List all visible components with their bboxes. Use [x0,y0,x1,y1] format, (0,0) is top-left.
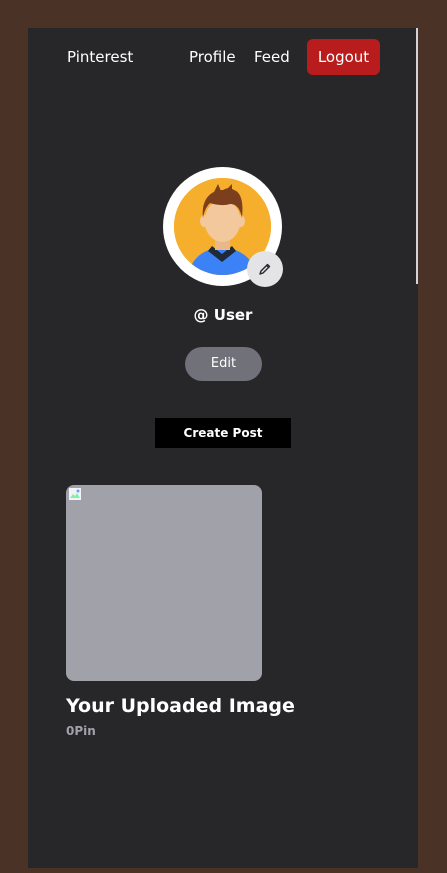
post-title: Your Uploaded Image [66,695,295,717]
brand-logo[interactable]: Pinterest [67,48,133,66]
edit-avatar-button[interactable] [247,251,283,287]
edit-profile-button[interactable]: Edit [185,347,262,381]
create-post-button[interactable]: Create Post [155,418,291,448]
scrollbar[interactable] [416,28,418,284]
post-pin-count: 0Pin [66,724,96,738]
nav-link-profile[interactable]: Profile [189,48,236,66]
logout-button[interactable]: Logout [307,39,380,75]
broken-image-icon [68,487,82,501]
pencil-icon [259,263,271,275]
username: @ User [193,306,253,324]
post-card-image[interactable] [66,485,262,681]
nav-link-feed[interactable]: Feed [254,48,290,66]
app-frame: Pinterest Profile Feed Logout @ User Edi… [28,28,418,868]
navbar: Pinterest Profile Feed Logout [28,28,418,88]
